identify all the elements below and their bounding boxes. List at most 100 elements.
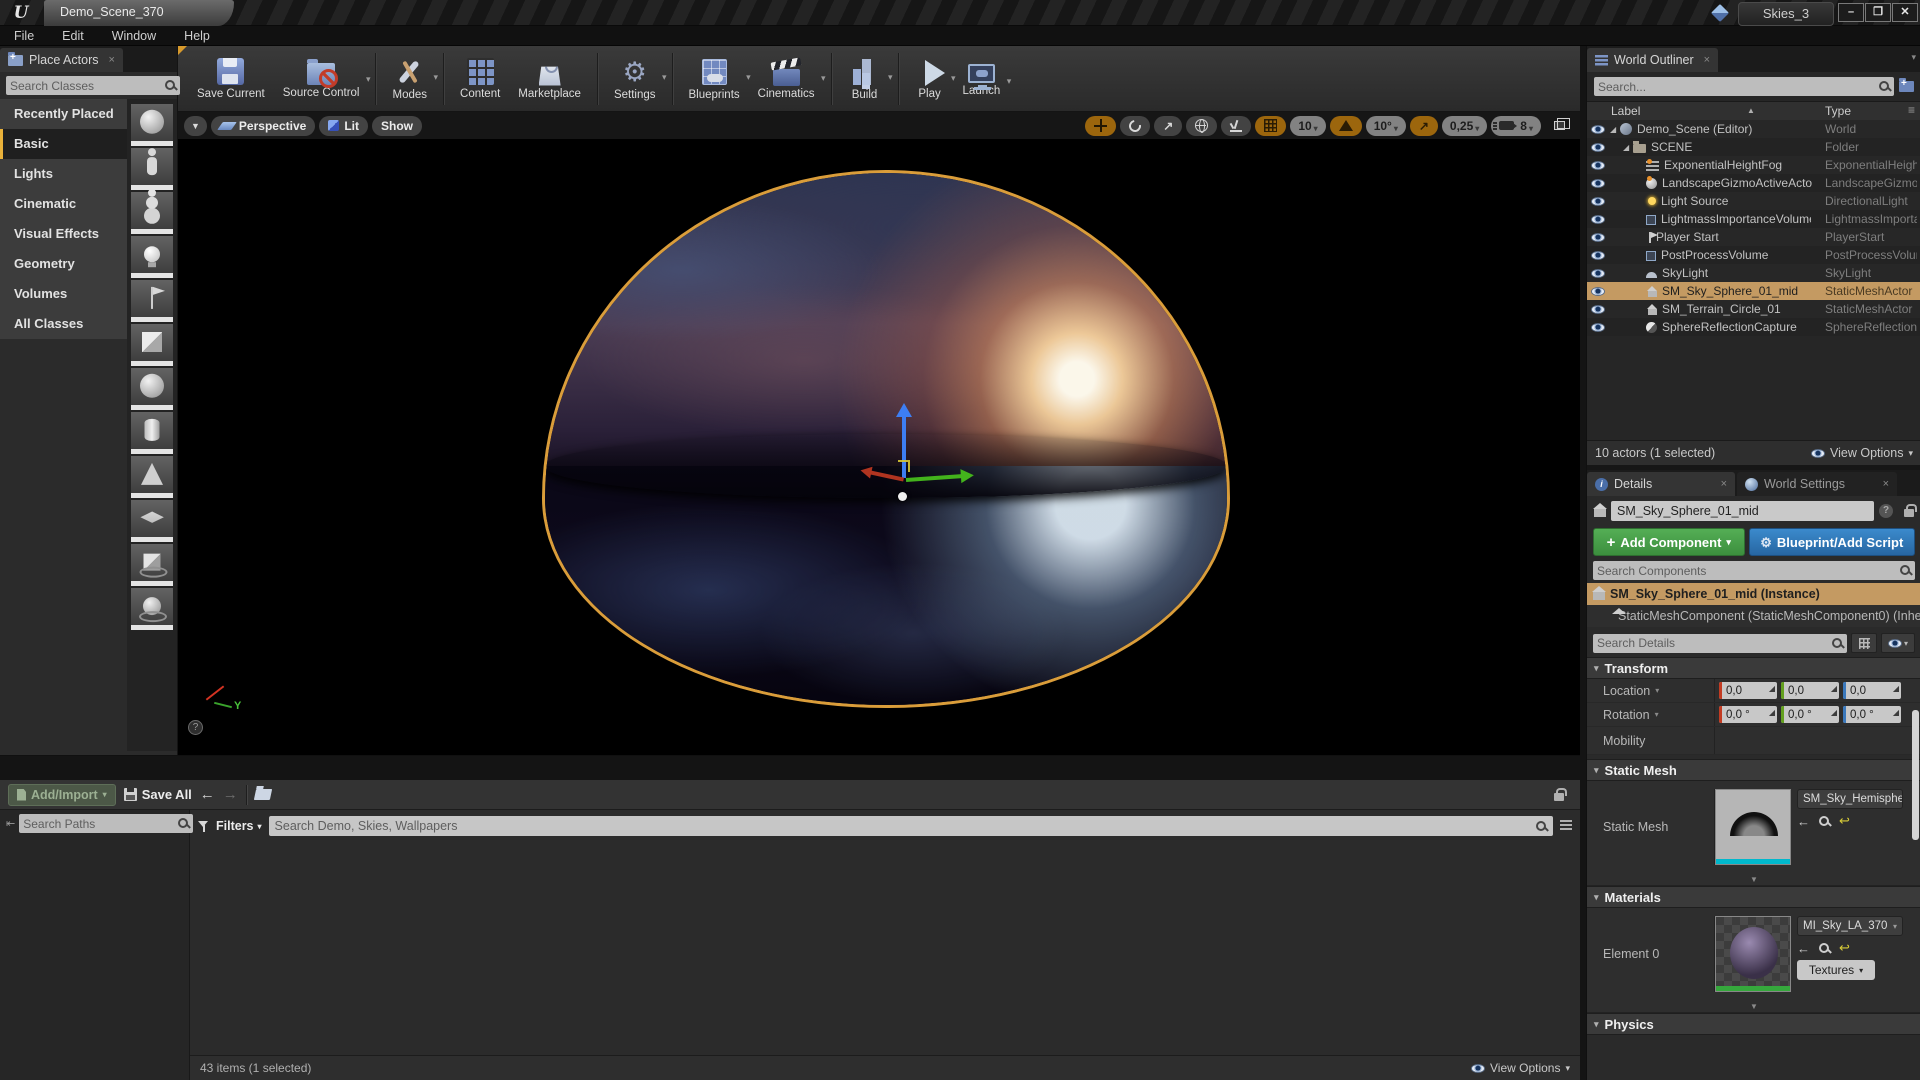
outliner-row[interactable]: LandscapeGizmoActiveActorLandscapeGizmoA…: [1587, 174, 1920, 192]
outliner-row[interactable]: Light SourceDirectionalLight: [1587, 192, 1920, 210]
dropdown-caret-icon[interactable]: ▾: [888, 72, 893, 83]
component-row[interactable]: StaticMeshComponent (StaticMeshComponent…: [1587, 605, 1920, 627]
toolbar-modes-button[interactable]: Modes▾: [383, 54, 436, 104]
section-expander[interactable]: ▼: [1587, 1000, 1920, 1013]
tab-place-actors[interactable]: Place Actors ×: [0, 48, 123, 72]
outliner-view-options-button[interactable]: View Options▾: [1811, 446, 1913, 460]
scale-snap-value[interactable]: 0,25▾: [1442, 116, 1487, 136]
rotation-vy-field[interactable]: 0,0 °: [1781, 706, 1839, 723]
gizmo-y-axis[interactable]: [906, 474, 962, 481]
add-component-button[interactable]: + Add Component▾: [1593, 528, 1745, 556]
search-paths-input[interactable]: [23, 817, 178, 831]
rotation-vz-field[interactable]: 0,0 °: [1843, 706, 1901, 723]
surface-snap-button[interactable]: [1221, 116, 1251, 136]
material-dropdown[interactable]: MI_Sky_LA_370▾: [1797, 916, 1903, 936]
property-matrix-button[interactable]: [1851, 633, 1877, 653]
vertical-splitter[interactable]: [1580, 46, 1586, 1080]
dropdown-caret-icon[interactable]: ▾: [1007, 76, 1012, 87]
category-lights[interactable]: Lights: [0, 159, 127, 189]
outliner-row[interactable]: ExponentialHeightFogExponentialHeightFog: [1587, 156, 1920, 174]
gizmo-x-axis[interactable]: [870, 471, 904, 481]
outliner-row[interactable]: ◢Demo_Scene (Editor)World: [1587, 120, 1920, 138]
details-scrollbar[interactable]: [1912, 710, 1919, 840]
outliner-search-input[interactable]: [1598, 80, 1879, 94]
search-classes-input[interactable]: [10, 79, 165, 93]
use-selected-icon[interactable]: ←: [1797, 814, 1810, 829]
placeable-item-plane[interactable]: [131, 500, 173, 542]
category-basic[interactable]: Basic: [0, 129, 127, 159]
viewport[interactable]: ▼ Perspective Lit Show ↗ 10▾ 10°▾ ↗ 0,25…: [178, 112, 1580, 755]
lit-button[interactable]: Lit: [319, 116, 368, 136]
placeable-item-flag[interactable]: [131, 280, 173, 322]
perspective-button[interactable]: Perspective: [211, 116, 315, 136]
tab-world-settings[interactable]: World Settings ×: [1737, 472, 1897, 496]
visibility-eye-icon[interactable]: [1591, 305, 1605, 314]
visibility-eye-icon[interactable]: [1591, 197, 1605, 206]
menu-help[interactable]: Help: [170, 26, 224, 46]
scale-tool-button[interactable]: ↗: [1154, 116, 1182, 136]
grid-snap-toggle[interactable]: [1255, 116, 1286, 136]
dropdown-caret-icon[interactable]: ▾: [366, 74, 371, 85]
project-tab[interactable]: Skies_3: [1738, 2, 1834, 26]
add-import-button[interactable]: Add/Import▾: [8, 784, 116, 806]
view-settings-icon[interactable]: [1560, 820, 1572, 832]
location-label[interactable]: Location▾: [1587, 679, 1715, 702]
menu-file[interactable]: File: [0, 26, 48, 46]
dropdown-caret-icon[interactable]: ▾: [821, 73, 826, 84]
rotate-tool-button[interactable]: [1120, 116, 1150, 136]
gizmo-origin[interactable]: [898, 492, 907, 501]
toolbar-launch-button[interactable]: Launch▾: [954, 58, 1010, 100]
category-volumes[interactable]: Volumes: [0, 279, 127, 309]
component-row[interactable]: SM_Sky_Sphere_01_mid (Instance): [1587, 583, 1920, 605]
category-geometry[interactable]: Geometry: [0, 249, 127, 279]
static-mesh-thumbnail[interactable]: [1715, 789, 1791, 865]
outliner-row[interactable]: SM_Terrain_Circle_01StaticMeshActor: [1587, 300, 1920, 318]
close-icon[interactable]: ×: [1883, 478, 1889, 490]
back-arrow-icon[interactable]: ←: [200, 786, 215, 803]
filters-button[interactable]: Filters▾: [216, 819, 262, 833]
visibility-eye-icon[interactable]: [1591, 287, 1605, 296]
visibility-eye-icon[interactable]: [1591, 125, 1605, 134]
expander-icon[interactable]: ◢: [1623, 143, 1633, 152]
viewport-options-button[interactable]: ▼: [184, 116, 207, 136]
toolbar-save-current-button[interactable]: Save Current: [188, 54, 274, 103]
world-space-button[interactable]: [1186, 116, 1217, 136]
section-static-mesh[interactable]: ▾Static Mesh: [1587, 759, 1920, 781]
search-details-input[interactable]: [1597, 636, 1832, 650]
cb-view-options-button[interactable]: View Options▾: [1471, 1061, 1570, 1075]
display-filter-button[interactable]: ▾: [1881, 633, 1915, 653]
category-cinematic[interactable]: Cinematic: [0, 189, 127, 219]
visibility-eye-icon[interactable]: [1591, 323, 1605, 332]
category-recently-placed[interactable]: Recently Placed: [0, 99, 127, 129]
actor-name-field[interactable]: [1611, 501, 1874, 521]
close-icon[interactable]: ×: [1704, 54, 1710, 66]
sources-toggle-icon[interactable]: ⇤: [6, 817, 15, 830]
toolbar-play-button[interactable]: Play▾: [906, 55, 954, 103]
asset-search-input[interactable]: [275, 819, 1536, 833]
visibility-eye-icon[interactable]: [1591, 179, 1605, 188]
outliner-row[interactable]: Player StartPlayerStart: [1587, 228, 1920, 246]
placeable-item-cube[interactable]: [131, 324, 173, 366]
category-all-classes[interactable]: All Classes: [0, 309, 127, 339]
blueprint-add-script-button[interactable]: ⚙ Blueprint/Add Script: [1749, 528, 1915, 556]
location-vx-field[interactable]: 0,0: [1719, 682, 1777, 699]
browse-icon[interactable]: [1819, 943, 1830, 954]
menu-window[interactable]: Window: [98, 26, 170, 46]
outliner-row[interactable]: LightmassImportanceVolumeLightmassImport…: [1587, 210, 1920, 228]
toolbar-settings-button[interactable]: ⚙Settings▾: [605, 54, 665, 104]
reset-icon[interactable]: ↩: [1839, 813, 1850, 829]
placeable-item-sphere[interactable]: [131, 104, 173, 146]
static-mesh-dropdown[interactable]: SM_Sky_Hemisphere_01_mid▾: [1797, 789, 1903, 809]
visibility-eye-icon[interactable]: [1591, 251, 1605, 260]
placeable-item-cone[interactable]: [131, 456, 173, 498]
placeable-item-ball[interactable]: [131, 368, 173, 410]
column-type[interactable]: Type: [1825, 104, 1851, 118]
save-all-button[interactable]: Save All: [124, 787, 192, 802]
placeable-item-stack[interactable]: [131, 192, 173, 234]
lock-icon[interactable]: [1904, 509, 1914, 517]
scale-snap-toggle[interactable]: ↗: [1410, 116, 1438, 136]
maximize-viewport-button[interactable]: [1545, 116, 1574, 136]
transform-gizmo[interactable]: [868, 398, 998, 528]
reset-icon[interactable]: ↩: [1839, 940, 1850, 956]
close-button[interactable]: ✕: [1892, 3, 1918, 22]
